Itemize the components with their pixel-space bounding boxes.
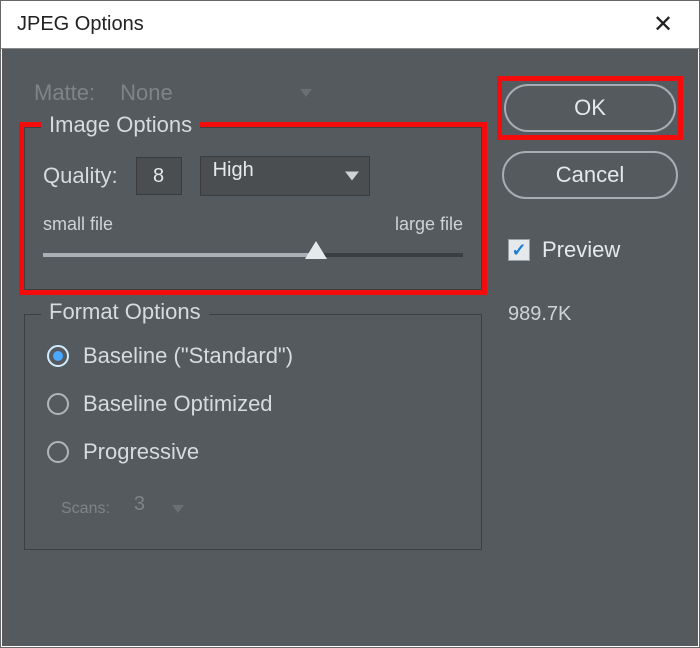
preview-checkbox[interactable]: ✓ (508, 239, 530, 261)
quality-preset-select[interactable]: High (200, 156, 370, 196)
format-radio-item[interactable]: Baseline ("Standard") (47, 343, 463, 369)
slider-small-label: small file (43, 214, 113, 235)
matte-select: None (111, 75, 321, 111)
format-options-group: Format Options Baseline ("Standard")Base… (24, 314, 482, 550)
left-column: Matte: None Image Options Quality: 8 Hig… (24, 75, 482, 626)
quality-row: Quality: 8 High (43, 156, 463, 196)
preview-row: ✓ Preview (502, 237, 678, 263)
scans-row: Scans: 3 (43, 491, 463, 527)
slider-thumb[interactable] (305, 241, 327, 263)
slider-large-label: large file (395, 214, 463, 235)
radio-label: Baseline ("Standard") (83, 343, 293, 369)
titlebar: JPEG Options ✕ (1, 1, 699, 49)
quality-preset-value: High (213, 159, 254, 181)
quality-input[interactable]: 8 (136, 157, 182, 195)
close-button[interactable]: ✕ (643, 10, 683, 39)
radio-button[interactable] (47, 393, 69, 415)
slider-labels: small file large file (43, 214, 463, 235)
radio-button[interactable] (47, 441, 69, 463)
right-column: OK Cancel ✓ Preview 989.7K (502, 75, 678, 626)
ok-button[interactable]: OK (504, 84, 676, 132)
filesize-readout: 989.7K (502, 303, 678, 326)
format-radio-list: Baseline ("Standard") Baseline Optimized P… (43, 343, 463, 465)
format-radio-item[interactable]: Progressive (47, 439, 463, 465)
scans-select: 3 (124, 491, 188, 527)
radio-label: Baseline Optimized (83, 391, 273, 417)
quality-label: Quality: (43, 163, 118, 189)
format-options-legend: Format Options (41, 299, 209, 325)
radio-button[interactable] (47, 345, 69, 367)
ok-button-highlight: OK (502, 81, 678, 135)
cancel-button[interactable]: Cancel (502, 151, 678, 199)
scans-label: Scans: (61, 500, 110, 518)
image-options-group: Image Options Quality: 8 High small file… (24, 127, 482, 290)
slider-track-fill (43, 253, 316, 257)
window-title: JPEG Options (17, 13, 144, 36)
quality-slider[interactable] (43, 243, 463, 267)
dialog-body: Matte: None Image Options Quality: 8 Hig… (2, 49, 698, 646)
image-options-legend: Image Options (41, 112, 200, 138)
radio-label: Progressive (83, 439, 199, 465)
jpeg-options-dialog: JPEG Options ✕ Matte: None Image Options… (0, 0, 700, 648)
format-radio-item[interactable]: Baseline Optimized (47, 391, 463, 417)
matte-label: Matte: (34, 80, 95, 106)
preview-label: Preview (542, 237, 620, 263)
